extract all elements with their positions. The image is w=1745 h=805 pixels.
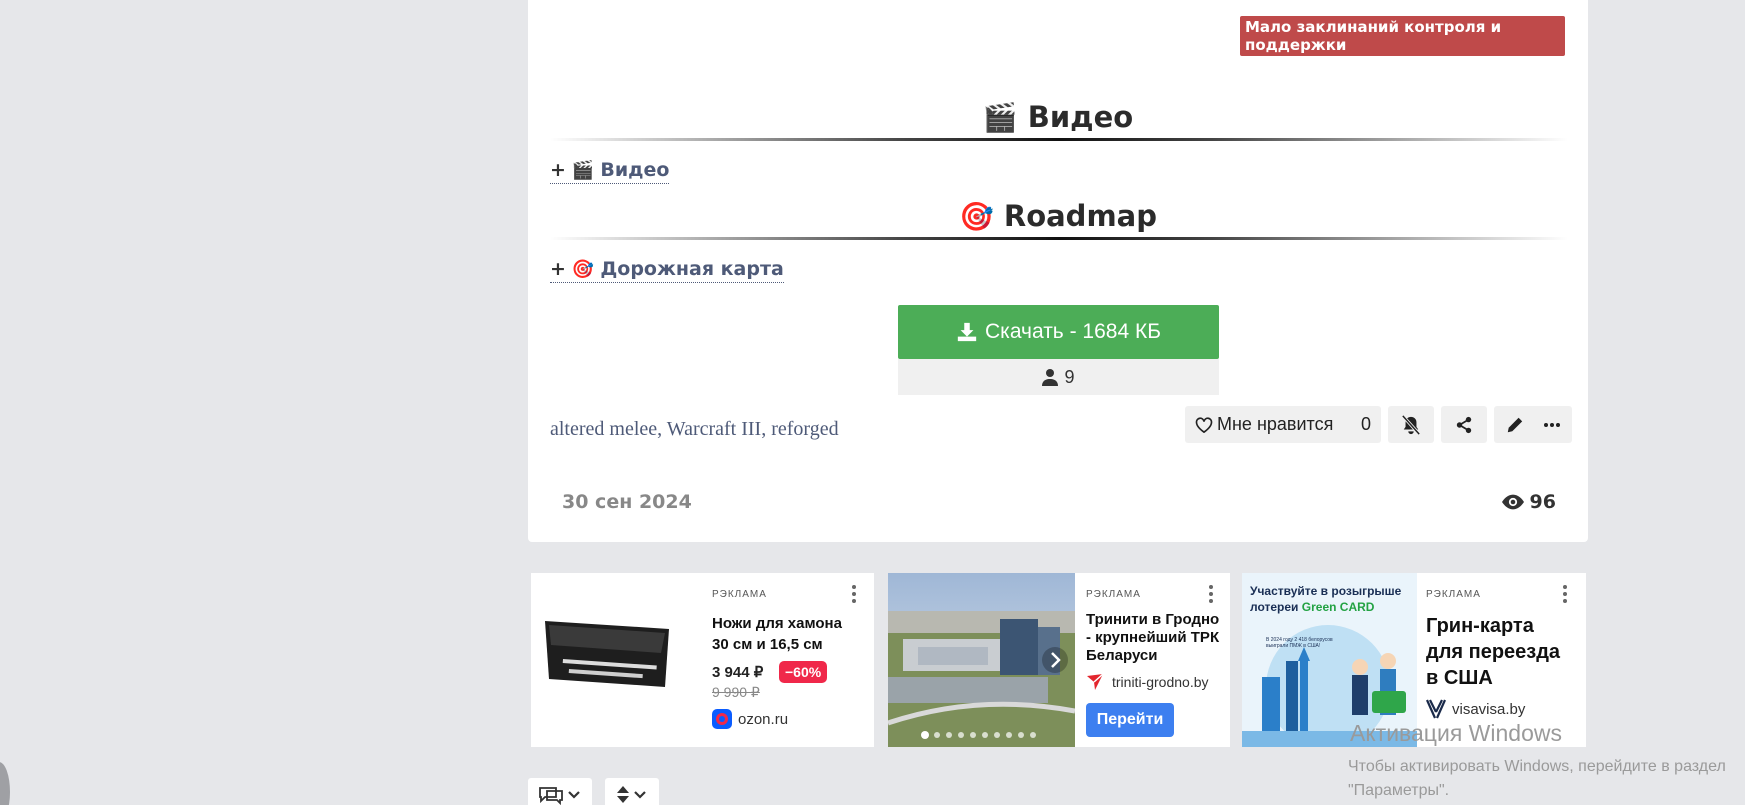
ad-domain: triniti-grodno.by xyxy=(1086,673,1209,691)
comments-toggle-button[interactable] xyxy=(528,778,592,805)
edit-actions xyxy=(1494,406,1572,443)
bell-slash-icon xyxy=(1401,414,1421,435)
status-badge: Мало заклинаний контроля и поддержки xyxy=(1240,16,1565,56)
mute-notifications-button[interactable] xyxy=(1388,406,1434,443)
ad-price: 3 944 ₽ xyxy=(712,664,764,681)
tag-link[interactable]: altered melee xyxy=(550,418,657,440)
view-count: 96 xyxy=(1501,491,1556,513)
video-spoiler-toggle[interactable]: + 🎬 Видео xyxy=(550,158,670,184)
comments-chevron-icon xyxy=(539,787,580,805)
target-icon: 🎯 xyxy=(571,259,595,280)
like-button[interactable]: Мне нравится 0 xyxy=(1185,406,1381,443)
download-icon xyxy=(957,322,977,342)
ad-card[interactable]: РЭКЛАМА Ножи для хамона 30 см и 16,5 см … xyxy=(531,573,874,747)
ozon-logo-icon xyxy=(712,709,732,729)
heart-icon xyxy=(1195,416,1213,433)
go-button[interactable]: Перейти xyxy=(1086,703,1174,737)
triniti-logo-icon xyxy=(1087,673,1104,690)
ad-domain: visavisa.by xyxy=(1426,699,1525,719)
like-count: 0 xyxy=(1360,414,1371,434)
video-section-title: 🎬 Видео xyxy=(982,100,1134,134)
ad-card[interactable]: РЭКЛАМА Тринити в Гродно - крупнейший ТР… xyxy=(888,573,1230,747)
more-icon[interactable] xyxy=(1562,585,1568,606)
share-button[interactable] xyxy=(1441,406,1487,443)
clapperboard-icon: 🎬 xyxy=(571,160,595,181)
tag-list: altered melee, Warcraft III, reforged xyxy=(550,418,839,440)
windows-activation-title: Активация Windows xyxy=(1350,720,1562,746)
post-actions: Мне нравится 0 xyxy=(1185,406,1572,443)
windows-activation-text: Чтобы активировать Windows, перейдите в … xyxy=(1348,758,1726,799)
roadmap-section-title: 🎯 Roadmap xyxy=(958,199,1157,233)
post-date: 30 сен 2024 xyxy=(562,491,692,513)
more-icon[interactable] xyxy=(1208,585,1214,606)
tag-link[interactable]: reforged xyxy=(771,418,838,440)
roadmap-spoiler-toggle[interactable]: + 🎯 Дорожная карта xyxy=(550,257,784,283)
section-divider xyxy=(550,138,1568,141)
sort-button[interactable] xyxy=(605,778,659,805)
sort-icon xyxy=(617,786,646,803)
more-icon[interactable] xyxy=(1544,422,1560,427)
discount-badge: −60% xyxy=(779,661,828,683)
mall-photo xyxy=(888,573,1075,747)
knife-set-image xyxy=(545,621,669,687)
post-card: Мало заклинаний контроля и поддержки 🎬 Ви… xyxy=(528,0,1588,542)
share-icon xyxy=(1456,416,1472,433)
download-button[interactable]: Скачать - 1684 КБ xyxy=(898,305,1219,359)
download-count: 9 xyxy=(898,359,1219,395)
eye-icon xyxy=(1501,494,1524,510)
more-icon[interactable] xyxy=(851,585,857,606)
clapperboard-icon: 🎬 xyxy=(982,101,1018,134)
target-icon: 🎯 xyxy=(958,200,994,233)
pencil-icon[interactable] xyxy=(1506,416,1524,434)
section-divider xyxy=(550,237,1568,240)
ad-domain: ozon.ru xyxy=(712,709,788,729)
ad-old-price: 9 990 ₽ xyxy=(712,684,760,700)
visavisa-logo-icon xyxy=(1426,699,1446,719)
scroll-indicator xyxy=(0,762,10,805)
tag-link[interactable]: Warcraft III xyxy=(667,418,761,440)
user-icon xyxy=(1042,369,1059,386)
